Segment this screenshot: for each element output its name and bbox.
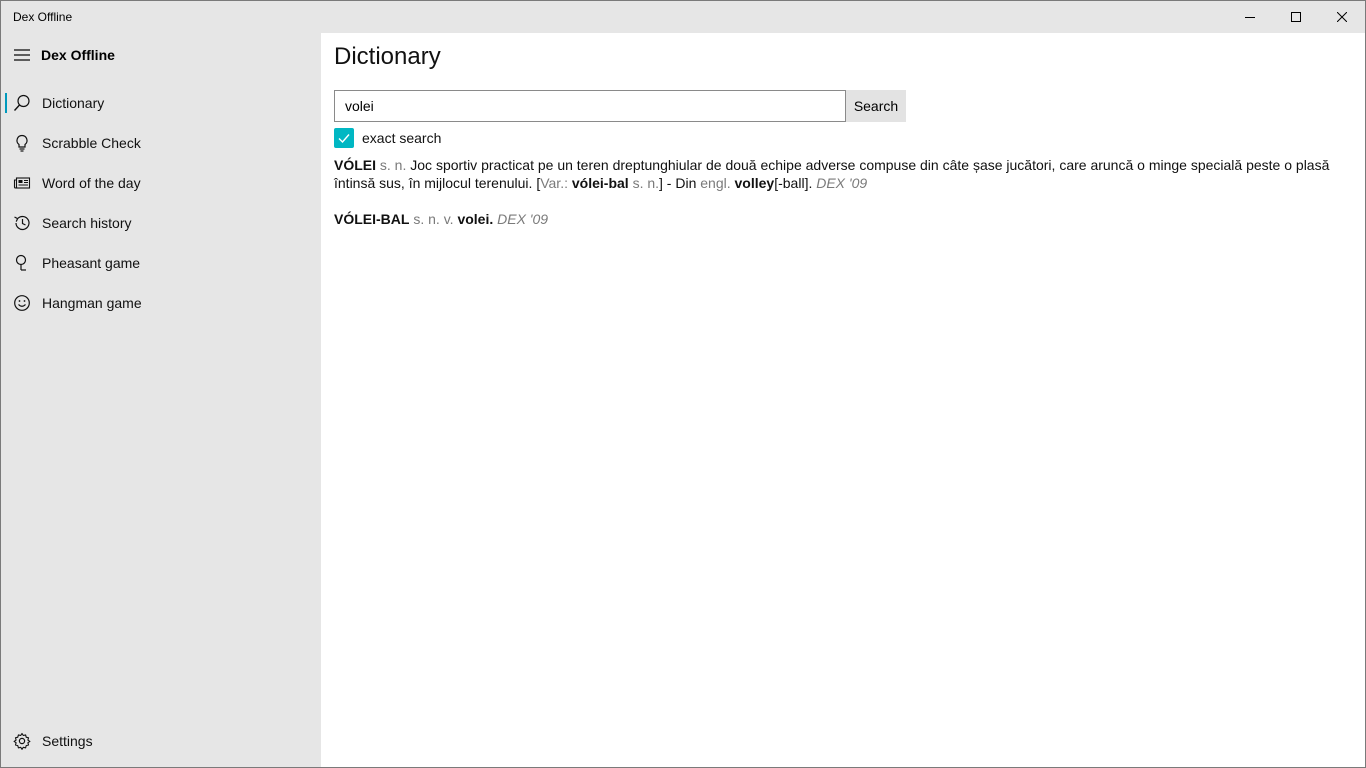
search-input[interactable] [334, 90, 846, 122]
minimize-button[interactable] [1227, 1, 1273, 33]
close-button[interactable] [1319, 1, 1365, 33]
hamburger-menu-icon[interactable] [13, 48, 31, 62]
part-of-speech: s. n. v. [413, 211, 454, 227]
definition-text-2: ] - Din [659, 175, 697, 191]
part-of-speech: s. n. [379, 157, 407, 173]
maximize-icon [1291, 12, 1301, 22]
sidebar-item-label: Pheasant game [42, 255, 141, 271]
definition-entry: VÓLEI-BAL s. n. v. volei. DEX '09 [334, 210, 1344, 228]
main-content: Dictionary Search exact search VÓLEI s. … [321, 33, 1365, 767]
variant: vólei-bal [571, 175, 629, 191]
exact-search-checkbox[interactable]: exact search [334, 127, 441, 149]
sidebar-item-search-history[interactable]: Search history [1, 203, 321, 243]
exact-search-label: exact search [362, 130, 442, 146]
sidebar-item-settings[interactable]: Settings [1, 721, 321, 761]
maximize-button[interactable] [1273, 1, 1319, 33]
variant-pos: s. n. [632, 175, 660, 191]
title-bar: Dex Offline [1, 1, 1365, 33]
sidebar-item-hangman-game[interactable]: Hangman game [1, 283, 321, 323]
headword: VÓLEI [334, 157, 377, 173]
sidebar-item-pheasant-game[interactable]: Pheasant game [1, 243, 321, 283]
sidebar-item-label: Dictionary [42, 95, 105, 111]
headword: VÓLEI-BAL [334, 211, 410, 227]
definition-source: DEX '09 [816, 175, 868, 191]
search-icon [13, 94, 30, 111]
sidebar-item-label: Scrabble Check [42, 135, 141, 151]
reference-word: volei. [457, 211, 494, 227]
smiley-icon [14, 295, 30, 311]
sidebar-header: Dex Offline [1, 41, 321, 69]
gear-icon [13, 732, 31, 750]
sidebar-item-dictionary[interactable]: Dictionary [1, 83, 321, 123]
minimize-icon [1245, 17, 1255, 18]
variant-label: Var.: [540, 175, 568, 191]
lightbulb-icon [16, 134, 28, 152]
etymology-rest: [-ball]. [774, 175, 813, 191]
app-title: Dex Offline [41, 47, 115, 63]
selection-indicator [5, 93, 7, 113]
etymology-word: volley [734, 175, 775, 191]
settings-label: Settings [42, 733, 93, 749]
sidebar-item-label: Word of the day [42, 175, 141, 191]
sidebar: Dex Offline Dictionary Scrabble Check Wo… [1, 33, 321, 767]
page-title: Dictionary [334, 43, 441, 70]
definition-source: DEX '09 [497, 211, 549, 227]
checkmark-icon [338, 134, 350, 144]
sidebar-item-label: Hangman game [42, 295, 142, 311]
sidebar-item-word-of-the-day[interactable]: Word of the day [1, 163, 321, 203]
sidebar-item-scrabble-check[interactable]: Scrabble Check [1, 123, 321, 163]
etymology-language: engl. [700, 175, 731, 191]
pin-icon [15, 254, 27, 271]
close-icon [1337, 12, 1347, 22]
definition-entry: VÓLEI s. n. Joc sportiv practicat pe un … [334, 156, 1344, 192]
checkbox-checked[interactable] [334, 128, 354, 148]
window-title: Dex Offline [13, 10, 73, 24]
sidebar-item-label: Search history [42, 215, 132, 231]
history-icon [14, 215, 30, 231]
app-window: Dex Offline Dex Offline Dictionary Scrab… [0, 0, 1366, 768]
search-button[interactable]: Search [846, 90, 906, 122]
newspaper-icon [13, 177, 31, 189]
